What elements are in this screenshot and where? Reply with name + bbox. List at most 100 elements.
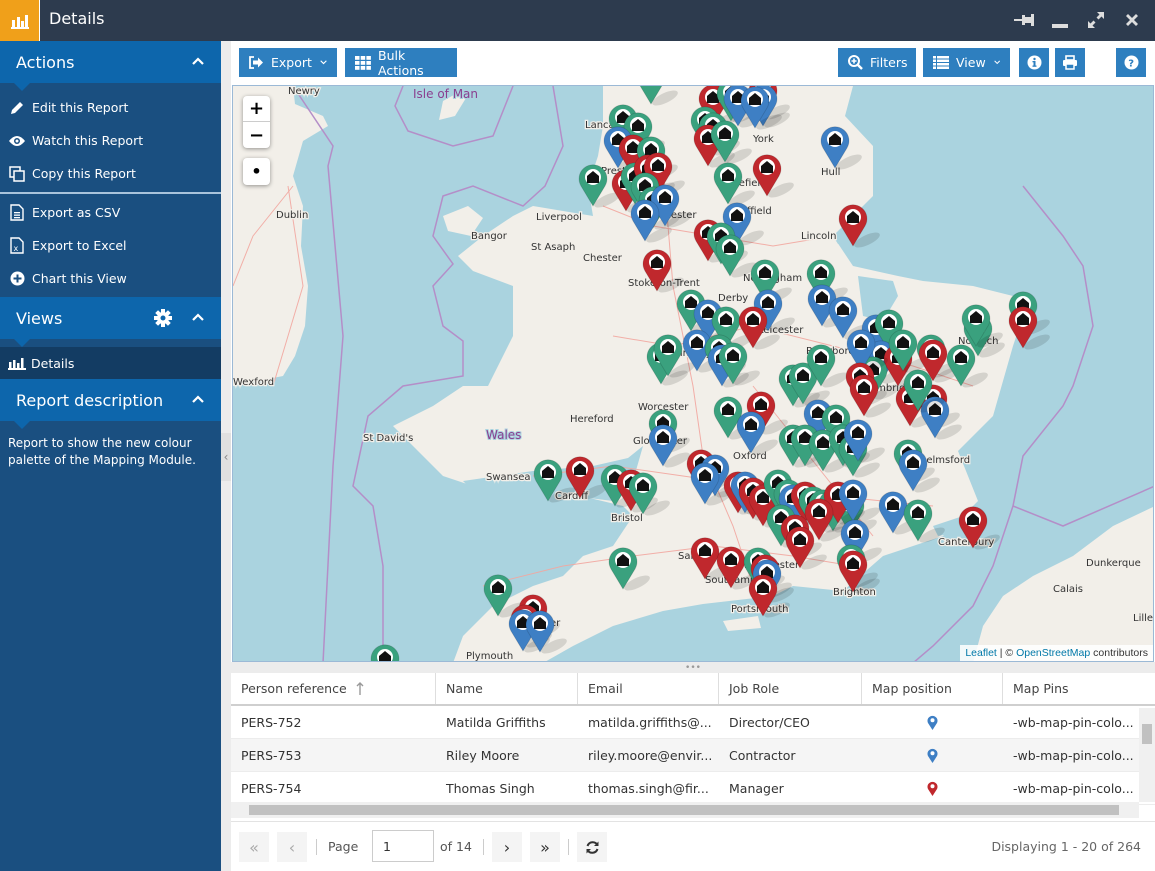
views-section-header[interactable]: Views: [0, 297, 221, 347]
grid-cell-map-position: [862, 739, 1003, 771]
chevron-up-icon[interactable]: [191, 310, 205, 324]
column-label: Email: [588, 681, 623, 696]
map-label-st-asaph: St Asaph: [531, 242, 575, 253]
map-canvas[interactable]: Newry Isle of Man Dublin Liverpool Bangor St …: [233, 86, 1154, 662]
chevron-down-icon: [993, 60, 1000, 65]
column-header-person-reference[interactable]: Person reference: [231, 673, 436, 704]
zoom-in-button[interactable]: +: [243, 96, 270, 122]
menu-item-label: Export to Excel: [32, 238, 127, 253]
question-circle-icon: ?: [1124, 55, 1138, 70]
horizontal-scrollbar[interactable]: [231, 802, 1139, 818]
scrollbar-thumb[interactable]: [1142, 724, 1152, 744]
toolbar: Export Bulk Actions Filters View ?: [231, 41, 1155, 85]
maximize-icon[interactable]: [1085, 9, 1107, 31]
map-label-swansea: Swansea: [486, 472, 530, 483]
collapse-sidebar-button[interactable]: ‹: [221, 433, 231, 481]
column-header-map-position[interactable]: Map position: [862, 673, 1003, 704]
title-bar: Details: [0, 0, 1155, 41]
view-button[interactable]: View: [923, 48, 1010, 77]
map-label-wexford: Wexford: [233, 377, 274, 388]
column-header-email[interactable]: Email: [578, 673, 719, 704]
export-excel-menu-item[interactable]: x Export to Excel: [0, 229, 221, 262]
grid-cell-job-role: Director/CEO: [729, 714, 810, 730]
gear-icon[interactable]: [153, 308, 173, 328]
grid-header: Person reference Name Email Job Role Map…: [231, 673, 1155, 706]
openstreetmap-link[interactable]: OpenStreetMap: [1016, 647, 1090, 659]
table-row[interactable]: PERS-752 Matilda Griffiths matilda.griffit…: [231, 706, 1155, 739]
separator: [316, 839, 317, 855]
drag-handle-icon: •••: [685, 662, 701, 673]
table-row[interactable]: PERS-754 Thomas Singh thomas.singh@fir... M…: [231, 772, 1155, 805]
info-button[interactable]: [1019, 48, 1049, 77]
land-isle-of-wight: [723, 616, 761, 631]
refresh-icon: [586, 840, 598, 854]
first-page-button[interactable]: «: [239, 832, 269, 862]
export-csv-menu-item[interactable]: Export as CSV: [0, 196, 221, 229]
pin-icon[interactable]: [1013, 9, 1035, 31]
sidebar-collapse-bar[interactable]: ‹: [221, 41, 231, 871]
map-label-isle-of-man: Isle of Man: [413, 87, 478, 101]
menu-item-label: Chart this View: [32, 271, 127, 286]
separator: [568, 839, 569, 855]
actions-section-header[interactable]: Actions: [0, 41, 221, 91]
leaflet-link[interactable]: Leaflet: [965, 647, 997, 659]
next-page-button[interactable]: ›: [492, 832, 522, 862]
double-chevron-left-icon: «: [249, 837, 259, 857]
printer-icon: [1063, 55, 1077, 70]
locate-button[interactable]: •: [243, 158, 270, 185]
map-grid-splitter[interactable]: •••: [231, 662, 1155, 673]
zoom-out-button[interactable]: −: [243, 122, 270, 148]
column-label: Name: [446, 681, 483, 696]
grid-cell-map-pins: -wb-map-pin-colo...: [1013, 747, 1134, 763]
previous-page-button[interactable]: ‹: [277, 832, 307, 862]
watch-report-menu-item[interactable]: Watch this Report: [0, 124, 221, 157]
page-number-input[interactable]: [372, 830, 434, 862]
csv-file-icon: [8, 204, 26, 222]
chevron-left-icon: ‹: [223, 450, 229, 464]
export-button[interactable]: Export: [239, 48, 337, 77]
map-label-hereford: Hereford: [570, 414, 614, 425]
dot-icon: •: [251, 162, 262, 181]
column-label: Map position: [872, 681, 952, 696]
pagination-toolbar: « ‹ Page of 14 › » Displaying 1 - 20 of …: [231, 821, 1155, 871]
column-header-job-role[interactable]: Job Role: [719, 673, 862, 704]
map-marker-green[interactable]: [370, 644, 414, 662]
page-count-label: of 14: [440, 839, 472, 854]
menu-item-label: Edit this Report: [32, 100, 129, 115]
plus-circle-icon: [8, 270, 26, 288]
view-item-label: Details: [31, 355, 75, 371]
column-header-name[interactable]: Name: [436, 673, 578, 704]
bulk-actions-label: Bulk Actions: [378, 47, 424, 78]
excel-file-icon: x: [8, 237, 26, 255]
vertical-scrollbar[interactable]: [1139, 708, 1155, 802]
close-icon[interactable]: [1121, 9, 1143, 31]
print-button[interactable]: [1055, 48, 1085, 77]
separator: [483, 839, 484, 855]
refresh-button[interactable]: [577, 832, 607, 862]
view-label: View: [956, 55, 986, 70]
copy-icon: [8, 165, 26, 183]
chevron-up-icon[interactable]: [191, 392, 205, 406]
map-marker-red[interactable]: [1008, 306, 1052, 353]
grid-cell-person-reference: PERS-752: [241, 714, 302, 730]
help-button[interactable]: ?: [1116, 48, 1146, 77]
copy-report-menu-item[interactable]: Copy this Report: [0, 157, 221, 190]
edit-report-menu-item[interactable]: Edit this Report: [0, 91, 221, 124]
filters-button[interactable]: Filters: [838, 48, 916, 77]
column-label: Person reference: [241, 681, 347, 696]
export-icon: [249, 56, 264, 69]
chevron-up-icon[interactable]: [191, 54, 205, 68]
chart-view-menu-item[interactable]: Chart this View: [0, 262, 221, 295]
report-description-section-header[interactable]: Report description: [0, 379, 221, 429]
scrollbar-thumb[interactable]: [249, 805, 1119, 815]
map-marker-red[interactable]: [838, 204, 882, 251]
report-description-text: Report to show the new colour palette of…: [8, 436, 196, 467]
table-row[interactable]: PERS-753 Riley Moore riley.moore@envir... C…: [231, 739, 1155, 772]
bulk-actions-button[interactable]: Bulk Actions: [345, 47, 457, 78]
column-header-map-pins[interactable]: Map Pins: [1003, 673, 1139, 704]
view-item-details[interactable]: Details: [0, 347, 221, 379]
minimize-icon[interactable]: [1049, 9, 1071, 31]
last-page-button[interactable]: »: [530, 832, 560, 862]
report-description-heading: Report description: [16, 390, 164, 410]
map-view[interactable]: Newry Isle of Man Dublin Liverpool Bangor St …: [232, 85, 1154, 662]
